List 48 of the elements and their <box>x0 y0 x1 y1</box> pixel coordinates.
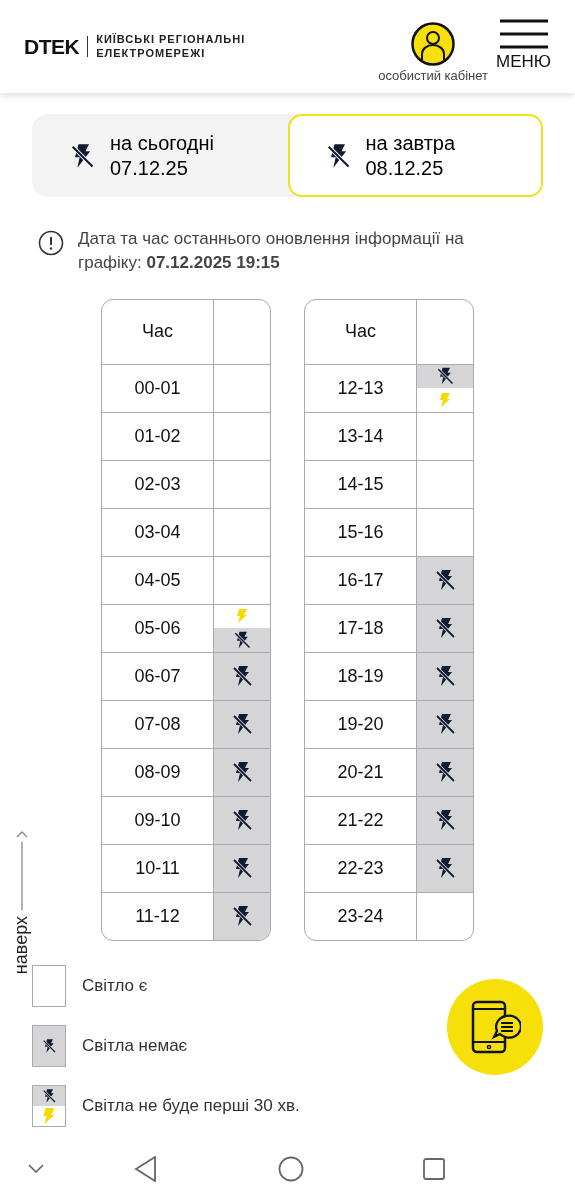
brand-name: КИЇВСЬКІ РЕГІОНАЛЬНІ ЕЛЕКТРОМЕРЕЖІ <box>95 33 246 60</box>
lightning-icon <box>439 392 451 407</box>
no-power-icon <box>230 904 254 929</box>
date-tab[interactable]: на сьогодні 07.12.25 <box>32 114 288 197</box>
user-avatar-icon <box>411 21 456 66</box>
no-power-icon <box>230 760 254 785</box>
up-arrow-icon <box>15 830 28 910</box>
hour-cell: 04-05 <box>102 556 214 604</box>
no-power-icon <box>433 760 457 785</box>
no-power-icon <box>230 664 254 689</box>
no-power-icon <box>230 808 254 833</box>
hour-cell: 13-14 <box>305 412 417 460</box>
chevron-down-icon[interactable] <box>28 1164 44 1174</box>
menu-button[interactable]: МЕНЮ <box>496 18 551 75</box>
hour-cell: 01-02 <box>102 412 214 460</box>
lightning-icon <box>41 1107 57 1124</box>
hour-cell: 15-16 <box>305 508 417 556</box>
hour-cell: 23-24 <box>305 892 417 940</box>
hour-cell: 14-15 <box>305 460 417 508</box>
hour-cell: 03-04 <box>102 508 214 556</box>
legend-label: Світла не буде перші 30 хв. <box>82 1094 300 1117</box>
recent-apps-icon[interactable] <box>423 1158 445 1180</box>
legend-label: Світла немає <box>82 1034 188 1057</box>
column-header: Час <box>305 299 417 364</box>
info-icon <box>38 230 64 256</box>
menu-icon <box>499 18 548 49</box>
hour-cell: 00-01 <box>102 364 214 412</box>
scroll-top-button[interactable]: наверх <box>8 830 35 975</box>
legend-label: Світло є <box>82 974 148 997</box>
logo: DTEK <box>24 36 89 57</box>
update-info-text: Дата та час останнього оновлення інформації на графіку: 07.12.2025 19:15 <box>78 228 465 274</box>
no-power-icon <box>433 808 457 833</box>
hour-cell: 02-03 <box>102 460 214 508</box>
no-power-icon <box>433 712 457 737</box>
no-power-icon <box>433 568 457 593</box>
phone-chat-icon <box>469 1000 521 1054</box>
back-icon[interactable] <box>134 1156 158 1182</box>
date-tab[interactable]: на завтра 08.12.25 <box>287 114 543 197</box>
no-power-icon <box>41 1037 57 1054</box>
home-icon[interactable] <box>278 1156 304 1182</box>
lightning-icon <box>236 609 248 624</box>
no-power-icon <box>433 616 457 641</box>
no-power-icon <box>230 712 254 737</box>
no-power-icon <box>433 664 457 689</box>
account-link[interactable]: особистий кабінет <box>378 21 489 86</box>
column-header: Час <box>102 299 214 364</box>
no-power-icon <box>230 856 254 881</box>
no-power-icon <box>433 856 457 881</box>
